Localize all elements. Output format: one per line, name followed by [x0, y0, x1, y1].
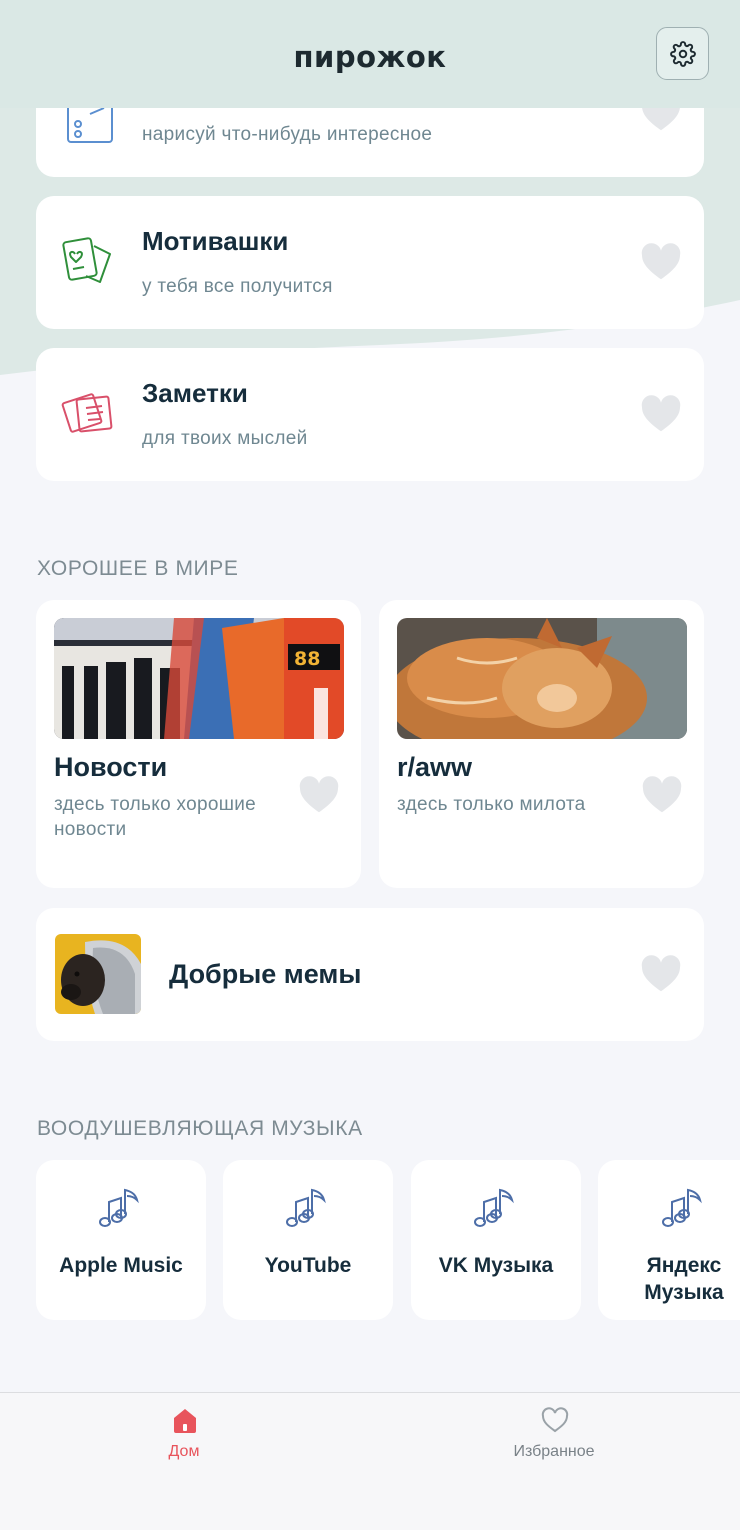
card-subtitle: нарисуй что-нибудь интересное	[142, 124, 433, 145]
cards-heart-icon	[62, 237, 111, 283]
section-title-good: ХОРОШЕЕ В МИРЕ	[37, 557, 239, 580]
tab-label: Дом	[168, 1443, 200, 1460]
tile-title: r/aww	[397, 752, 473, 782]
heart-icon[interactable]	[640, 395, 682, 433]
tab-favorites[interactable]: Избранное	[454, 1393, 654, 1483]
heart-icon[interactable]	[298, 776, 340, 814]
music-youtube[interactable]: YouTube	[223, 1160, 393, 1320]
card-memes[interactable]: Добрые мемы	[36, 908, 704, 1041]
music-label: Apple Music	[59, 1254, 183, 1277]
card-subtitle: у тебя все получится	[142, 276, 333, 297]
music-vk[interactable]: VK Музыка	[411, 1160, 581, 1320]
music-note-icon	[474, 1188, 514, 1227]
card-title: Заметки	[142, 378, 248, 408]
app-header: пирожок	[0, 0, 740, 108]
memes-title: Добрые мемы	[169, 959, 362, 989]
heart-icon[interactable]	[640, 243, 682, 281]
music-note-icon	[662, 1188, 702, 1227]
tile-title: Новости	[54, 752, 168, 782]
tab-bar: Дом Избранное	[0, 1392, 740, 1530]
heart-icon[interactable]	[641, 776, 683, 814]
card-subtitle: для твоих мыслей	[142, 428, 308, 449]
music-note-icon	[286, 1188, 326, 1227]
gear-icon	[669, 40, 696, 67]
music-label: VK Музыка	[438, 1254, 554, 1277]
music-apple[interactable]: Apple Music	[36, 1160, 206, 1320]
card-motivashki[interactable]: Мотивашки у тебя все получится	[36, 196, 704, 329]
music-yandex[interactable]: Яндекс Музыка	[598, 1160, 740, 1320]
cat-image	[397, 618, 687, 739]
home-icon	[174, 1409, 196, 1433]
tile-desc: здесь только милота	[397, 794, 586, 815]
card-zametki[interactable]: Заметки для твоих мыслей	[36, 348, 704, 481]
meme-image	[55, 934, 141, 1014]
tile-news[interactable]: 88 Новости здесь только хорошие новости	[36, 600, 361, 888]
heart-icon[interactable]	[640, 955, 682, 993]
tab-label: Избранное	[513, 1443, 595, 1460]
tile-aww[interactable]: r/aww здесь только милота	[379, 600, 704, 888]
tile-desc: здесь только хорошие новости	[54, 794, 257, 840]
music-label: YouTube	[264, 1254, 352, 1277]
heart-outline-icon	[541, 1407, 569, 1433]
tab-home[interactable]: Дом	[84, 1393, 284, 1483]
card-title: Мотивашки	[142, 226, 289, 256]
music-label: Яндекс Музыка	[644, 1254, 724, 1304]
settings-button[interactable]	[656, 27, 709, 80]
app-logo: пирожок	[293, 40, 447, 74]
section-title-music: ВООДУШЕВЛЯЮЩАЯ МУЗЫКА	[37, 1117, 363, 1140]
news-image-text: 88	[294, 648, 320, 670]
music-note-icon	[99, 1188, 139, 1227]
news-image: 88	[54, 618, 344, 739]
notes-icon	[61, 393, 113, 433]
